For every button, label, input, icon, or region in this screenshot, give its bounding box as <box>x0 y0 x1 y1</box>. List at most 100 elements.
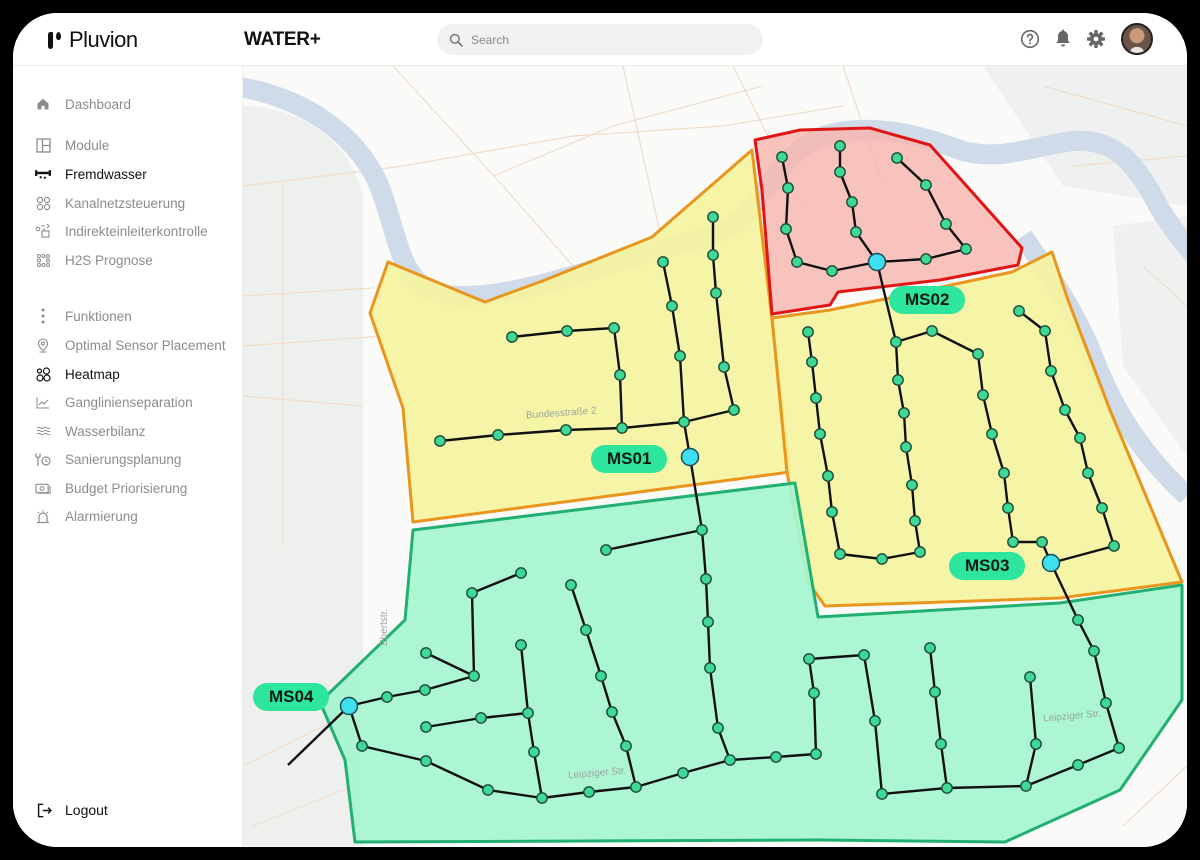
brand-logo[interactable]: Pluvion <box>47 27 138 53</box>
sidebar-item-dashboard[interactable]: Dashboard <box>35 93 131 115</box>
sensor-node[interactable] <box>898 407 910 419</box>
sensor-node[interactable] <box>595 670 607 682</box>
sensor-node[interactable] <box>712 722 724 734</box>
sensor-node[interactable] <box>891 152 903 164</box>
sensor-node[interactable] <box>1002 502 1014 514</box>
sensor-node[interactable] <box>419 684 431 696</box>
sensor-node[interactable] <box>506 331 518 343</box>
sensor-node[interactable] <box>926 325 938 337</box>
sensor-node[interactable] <box>914 546 926 558</box>
sensor-node[interactable] <box>822 470 834 482</box>
station-label-ms03[interactable]: MS03 <box>949 552 1026 580</box>
sensor-node[interactable] <box>869 715 881 727</box>
sensor-node[interactable] <box>858 649 870 661</box>
sensor-node[interactable] <box>536 792 548 804</box>
measuring-station-ms01[interactable] <box>680 447 700 467</box>
sidebar-item-sanierungsplanung[interactable]: Sanierungsplanung <box>35 448 181 470</box>
sidebar-item-wasserbilanz[interactable]: Wasserbilanz <box>35 420 146 442</box>
sensor-node[interactable] <box>420 755 432 767</box>
sensor-node[interactable] <box>780 223 792 235</box>
sensor-node[interactable] <box>420 721 432 733</box>
sensor-node[interactable] <box>616 422 628 434</box>
sensor-node[interactable] <box>929 686 941 698</box>
sensor-node[interactable] <box>770 751 782 763</box>
user-avatar[interactable] <box>1121 23 1153 55</box>
measuring-station-ms03[interactable] <box>1041 553 1061 573</box>
sensor-node[interactable] <box>977 389 989 401</box>
sensor-node[interactable] <box>834 140 846 152</box>
sensor-node[interactable] <box>700 573 712 585</box>
sensor-node[interactable] <box>724 754 736 766</box>
sidebar-item-indirekteinleiterkontrolle[interactable]: Indirekteinleiterkontrolle <box>35 220 208 242</box>
sensor-node[interactable] <box>814 428 826 440</box>
sensor-node[interactable] <box>1007 536 1019 548</box>
sensor-node[interactable] <box>528 746 540 758</box>
sensor-node[interactable] <box>876 788 888 800</box>
sensor-node[interactable] <box>920 179 932 191</box>
sensor-node[interactable] <box>356 740 368 752</box>
sensor-node[interactable] <box>608 322 620 334</box>
sensor-node[interactable] <box>1039 325 1051 337</box>
sensor-node[interactable] <box>890 336 902 348</box>
sensor-node[interactable] <box>475 712 487 724</box>
sidebar-item-h2s-prognose[interactable]: H2S Prognose <box>35 249 153 271</box>
sensor-node[interactable] <box>1030 738 1042 750</box>
sensor-node[interactable] <box>1100 697 1112 709</box>
sidebar-item-kanalnetzsteuerung[interactable]: Kanalnetzsteuerung <box>35 192 185 214</box>
sensor-node[interactable] <box>846 196 858 208</box>
sensor-node[interactable] <box>696 524 708 536</box>
sensor-node[interactable] <box>420 647 432 659</box>
station-label-ms01[interactable]: MS01 <box>591 445 668 473</box>
sensor-node[interactable] <box>810 748 822 760</box>
sensor-node[interactable] <box>876 553 888 565</box>
sensor-node[interactable] <box>515 567 527 579</box>
measuring-station-ms02[interactable] <box>867 252 887 272</box>
sensor-node[interactable] <box>1072 759 1084 771</box>
logout-button[interactable]: Logout <box>37 799 108 821</box>
sensor-node[interactable] <box>782 182 794 194</box>
sensor-node[interactable] <box>1096 502 1108 514</box>
sensor-node[interactable] <box>468 670 480 682</box>
sensor-node[interactable] <box>1072 614 1084 626</box>
sensor-node[interactable] <box>718 361 730 373</box>
sensor-node[interactable] <box>657 256 669 268</box>
sensor-node[interactable] <box>986 428 998 440</box>
sensor-node[interactable] <box>666 300 678 312</box>
sidebar-item-budget-priorisierung[interactable]: Budget Priorisierung <box>35 477 187 499</box>
sensor-node[interactable] <box>1036 536 1048 548</box>
sensor-node[interactable] <box>834 548 846 560</box>
bell-icon[interactable] <box>1053 29 1073 49</box>
sensor-node[interactable] <box>892 374 904 386</box>
sensor-node[interactable] <box>998 467 1010 479</box>
map-layer[interactable] <box>243 66 1187 847</box>
sensor-node[interactable] <box>565 579 577 591</box>
sensor-node[interactable] <box>826 265 838 277</box>
station-label-ms04[interactable]: MS04 <box>253 683 330 711</box>
sensor-node[interactable] <box>710 287 722 299</box>
sensor-node[interactable] <box>972 348 984 360</box>
sensor-node[interactable] <box>941 782 953 794</box>
station-label-ms02[interactable]: MS02 <box>889 286 966 314</box>
sensor-node[interactable] <box>826 506 838 518</box>
sensor-node[interactable] <box>580 624 592 636</box>
sensor-node[interactable] <box>900 441 912 453</box>
sensor-node[interactable] <box>677 767 689 779</box>
sensor-node[interactable] <box>620 740 632 752</box>
sensor-node[interactable] <box>808 687 820 699</box>
sensor-node[interactable] <box>1108 540 1120 552</box>
sensor-node[interactable] <box>561 325 573 337</box>
sensor-node[interactable] <box>515 639 527 651</box>
sensor-node[interactable] <box>920 253 932 265</box>
sensor-node[interactable] <box>1045 365 1057 377</box>
sensor-node[interactable] <box>850 226 862 238</box>
sensor-node[interactable] <box>776 151 788 163</box>
sensor-node[interactable] <box>909 515 921 527</box>
sensor-node[interactable] <box>1024 671 1036 683</box>
sensor-node[interactable] <box>704 662 716 674</box>
search-input[interactable] <box>469 31 743 48</box>
sidebar-item-module[interactable]: Module <box>35 134 109 156</box>
sensor-node[interactable] <box>1082 467 1094 479</box>
help-circle-icon[interactable] <box>1020 29 1040 49</box>
sensor-node[interactable] <box>791 256 803 268</box>
sensor-node[interactable] <box>560 424 572 436</box>
